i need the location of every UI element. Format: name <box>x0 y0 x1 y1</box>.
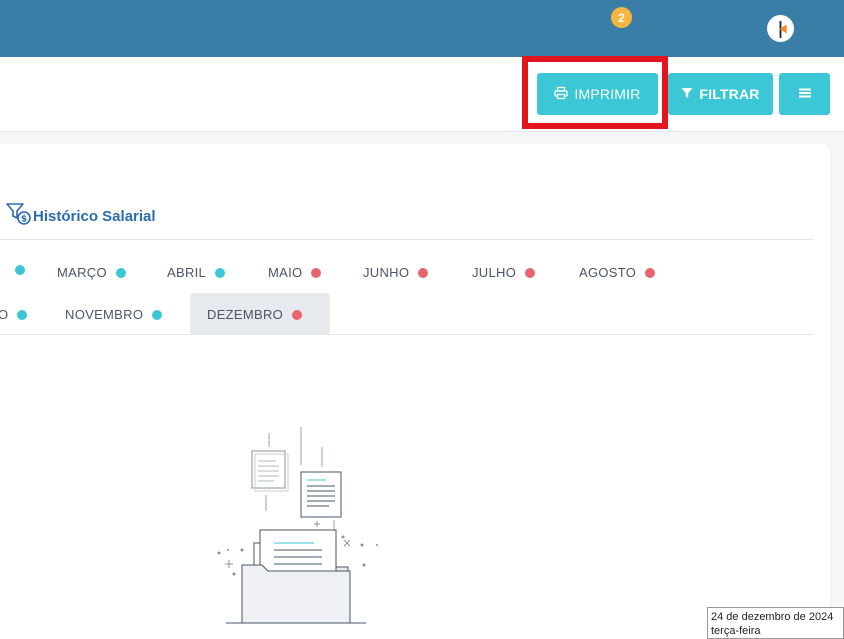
status-dot <box>215 267 226 278</box>
highlight-box <box>522 56 668 129</box>
tab-novembro[interactable]: NOVEMBRO <box>65 307 163 322</box>
tooltip-weekday: terça-feira <box>711 625 761 637</box>
svg-text:$: $ <box>21 215 27 225</box>
avatar[interactable]: | <box>767 15 794 42</box>
tab-julho[interactable]: JULHO <box>472 265 536 280</box>
tab-outubro[interactable]: O <box>0 307 28 322</box>
tab-agosto[interactable]: AGOSTO <box>579 265 656 280</box>
tab-junho[interactable]: JUNHO <box>363 265 429 280</box>
status-dot <box>115 267 126 278</box>
section-title: Histórico Salarial <box>33 208 156 225</box>
filter-button[interactable]: FILTRAR <box>668 73 773 115</box>
tab-abril[interactable]: ABRIL <box>167 265 226 280</box>
menu-button[interactable] <box>779 73 830 115</box>
tab-maio[interactable]: MAIO <box>268 265 322 280</box>
hamburger-icon <box>798 86 812 102</box>
date-tooltip: 24 de dezembro de 2024 terça-feira <box>707 607 844 639</box>
status-dot <box>292 309 303 320</box>
status-dot <box>645 267 656 278</box>
status-dot <box>17 309 28 320</box>
top-navbar <box>0 0 844 57</box>
status-dot <box>15 265 25 275</box>
notification-badge: 2 <box>611 7 632 28</box>
tab-marco[interactable]: MARÇO <box>57 265 126 280</box>
tab-dezembro[interactable]: DEZEMBRO <box>207 307 303 322</box>
tab-fevereiro[interactable] <box>6 265 25 275</box>
status-dot <box>525 267 536 278</box>
status-dot <box>311 267 322 278</box>
avatar-logo-icon: | <box>777 18 784 39</box>
filter-button-label: FILTRAR <box>699 86 760 102</box>
empty-state-illustration <box>214 425 384 635</box>
filter-icon <box>681 86 693 102</box>
tooltip-date: 24 de dezembro de 2024 <box>711 611 834 623</box>
status-dot <box>152 309 163 320</box>
title-divider <box>0 239 814 240</box>
status-dot <box>418 267 429 278</box>
salary-filter-icon: $ <box>6 202 32 231</box>
tabs-divider <box>0 334 814 335</box>
